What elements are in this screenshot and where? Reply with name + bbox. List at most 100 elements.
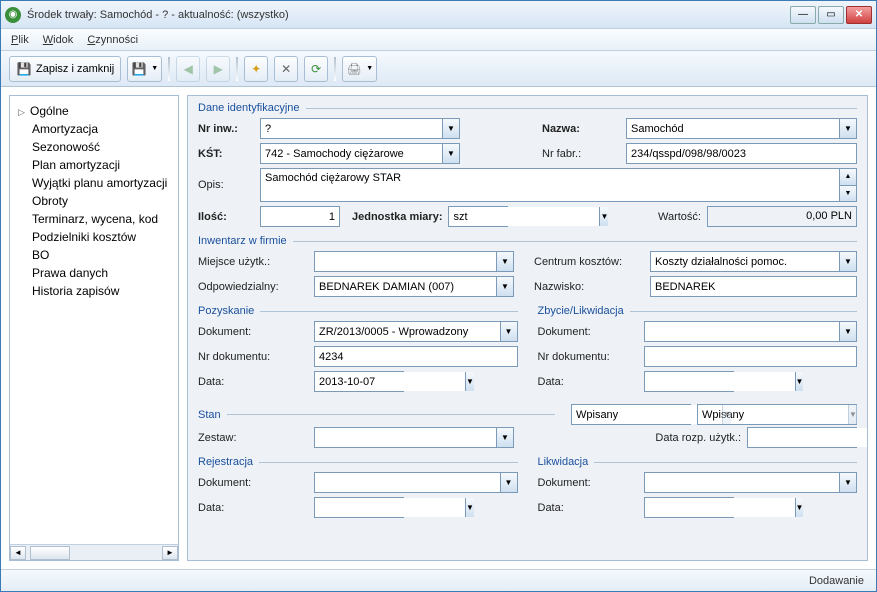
chevron-down-icon[interactable]: ▼ — [839, 322, 856, 341]
ilosc-input[interactable] — [260, 206, 340, 227]
centrum-input[interactable] — [651, 252, 839, 271]
tool-button-2[interactable]: ✕ — [274, 56, 298, 82]
section-stan: Stan ▼ ▼ Zestaw: ▼ — [198, 404, 857, 448]
chevron-down-icon[interactable]: ▼ — [795, 498, 804, 517]
spin-down-icon[interactable]: ▼ — [840, 186, 856, 202]
label-zby-data: Data: — [538, 376, 638, 388]
refresh-icon: ⟳ — [308, 61, 324, 77]
chevron-down-icon[interactable]: ▼ — [496, 252, 513, 271]
chevron-down-icon: ▼ — [722, 405, 731, 424]
jm-input[interactable] — [449, 207, 599, 226]
poz-data-input[interactable] — [315, 372, 465, 391]
save-close-button[interactable]: 💾 Zapisz i zamknij — [9, 56, 121, 82]
tree-item-bo[interactable]: BO — [12, 246, 176, 264]
chevron-down-icon[interactable]: ▼ — [496, 277, 513, 296]
print-button[interactable]: 🖨 ▼ — [342, 56, 377, 82]
tool-button-3[interactable]: ⟳ — [304, 56, 328, 82]
likw-dokument-input[interactable] — [645, 473, 840, 492]
nav-tree: Ogólne Amortyzacja Sezonowość Plan amort… — [10, 96, 178, 544]
nav-forward-button[interactable]: ▶ — [206, 56, 230, 82]
opis-textarea[interactable]: Samochód ciężarowy STAR ▲ ▼ — [260, 168, 857, 202]
rej-dokument-input[interactable] — [315, 473, 500, 492]
label-nazwa: Nazwa: — [542, 123, 620, 135]
tree-item-terminarz[interactable]: Terminarz, wycena, kod — [12, 210, 176, 228]
scroll-right-icon[interactable]: ► — [162, 546, 178, 560]
nrfabr-input[interactable] — [626, 143, 857, 164]
likw-dokument-combo[interactable]: ▼ — [644, 472, 858, 493]
horizontal-scrollbar[interactable]: ◄ ► — [10, 544, 178, 560]
centrum-combo[interactable]: ▼ — [650, 251, 857, 272]
likw-data-input[interactable] — [645, 498, 795, 517]
likw-data-picker[interactable]: ▼ — [644, 497, 734, 518]
menu-czynnosci[interactable]: Czynności — [87, 34, 138, 46]
datarozp-picker[interactable]: ▼ — [747, 427, 857, 448]
tool-button-1[interactable]: ✦ — [244, 56, 268, 82]
chevron-down-icon[interactable]: ▼ — [839, 252, 856, 271]
scroll-thumb[interactable] — [30, 546, 70, 560]
rej-data-input[interactable] — [315, 498, 465, 517]
maximize-button[interactable]: ▭ — [818, 6, 844, 24]
nazwa-input[interactable] — [627, 119, 839, 138]
zestaw-input[interactable] — [315, 428, 496, 447]
tree-item-podzielniki[interactable]: Podzielniki kosztów — [12, 228, 176, 246]
tree-item-amortyzacja[interactable]: Amortyzacja — [12, 120, 176, 138]
miejsce-input[interactable] — [315, 252, 496, 271]
tree-item-prawa[interactable]: Prawa danych — [12, 264, 176, 282]
toolbar: 💾 Zapisz i zamknij 💾 ▼ ◀ ▶ ✦ ✕ ⟳ 🖨 ▼ — [1, 51, 876, 87]
menubar: Plik Widok Czynności — [1, 29, 876, 51]
menu-widok[interactable]: Widok — [43, 34, 74, 46]
poz-nrdok-input[interactable] — [314, 346, 518, 367]
zby-dokument-combo[interactable]: ▼ — [644, 321, 858, 342]
zestaw-combo[interactable]: ▼ — [314, 427, 514, 448]
zby-dokument-input[interactable] — [645, 322, 840, 341]
chevron-down-icon[interactable]: ▼ — [465, 372, 474, 391]
poz-dokument-combo[interactable]: ▼ — [314, 321, 518, 342]
chevron-down-icon[interactable]: ▼ — [442, 144, 459, 163]
scroll-left-icon[interactable]: ◄ — [10, 546, 26, 560]
nav-back-button[interactable]: ◀ — [176, 56, 200, 82]
zby-nrdok-input[interactable] — [644, 346, 858, 367]
datarozp-input[interactable] — [748, 428, 868, 447]
chevron-down-icon[interactable]: ▼ — [500, 322, 517, 341]
chevron-down-icon[interactable]: ▼ — [496, 428, 513, 447]
jm-combo[interactable]: ▼ — [448, 206, 508, 227]
minimize-button[interactable]: — — [790, 6, 816, 24]
chevron-down-icon[interactable]: ▼ — [599, 207, 608, 226]
odpow-combo[interactable]: ▼ — [314, 276, 514, 297]
rej-data-picker[interactable]: ▼ — [314, 497, 404, 518]
label-odpow: Odpowiedzialny: — [198, 281, 308, 293]
rej-dokument-combo[interactable]: ▼ — [314, 472, 518, 493]
poz-data-picker[interactable]: ▼ — [314, 371, 404, 392]
chevron-down-icon[interactable]: ▼ — [839, 119, 856, 138]
opis-value[interactable]: Samochód ciężarowy STAR — [261, 169, 839, 201]
chevron-down-icon[interactable]: ▼ — [795, 372, 804, 391]
menu-plik[interactable]: Plik — [11, 34, 29, 46]
tree-item-obroty[interactable]: Obroty — [12, 192, 176, 210]
tree-item-historia[interactable]: Historia zapisów — [12, 282, 176, 300]
save-close-label: Zapisz i zamknij — [36, 63, 114, 75]
spin-up-icon[interactable]: ▲ — [840, 169, 856, 186]
chevron-down-icon[interactable]: ▼ — [839, 473, 856, 492]
kst-input[interactable] — [261, 144, 442, 163]
chevron-down-icon[interactable]: ▼ — [465, 498, 474, 517]
zby-data-input[interactable] — [645, 372, 795, 391]
poz-dokument-input[interactable] — [315, 322, 500, 341]
label-zby-nrdok: Nr dokumentu: — [538, 351, 638, 363]
odpow-input[interactable] — [315, 277, 496, 296]
zby-data-picker[interactable]: ▼ — [644, 371, 734, 392]
tree-item-wyjatki[interactable]: Wyjątki planu amortyzacji — [12, 174, 176, 192]
section-rej: Rejestracja Dokument: ▼ Data: ▼ — [198, 456, 518, 522]
nazwisko-input[interactable] — [650, 276, 857, 297]
chevron-down-icon[interactable]: ▼ — [442, 119, 459, 138]
tree-item-plan-amortyzacji[interactable]: Plan amortyzacji — [12, 156, 176, 174]
miejsce-combo[interactable]: ▼ — [314, 251, 514, 272]
nrinw-input[interactable] — [261, 119, 442, 138]
nazwa-combo[interactable]: ▼ — [626, 118, 857, 139]
save-dropdown-button[interactable]: 💾 ▼ — [127, 56, 162, 82]
chevron-down-icon[interactable]: ▼ — [500, 473, 517, 492]
tree-item-ogolne[interactable]: Ogólne — [12, 102, 176, 120]
nrinw-combo[interactable]: ▼ — [260, 118, 460, 139]
tree-item-sezonowosc[interactable]: Sezonowość — [12, 138, 176, 156]
close-button[interactable]: ✕ — [846, 6, 872, 24]
kst-combo[interactable]: ▼ — [260, 143, 460, 164]
